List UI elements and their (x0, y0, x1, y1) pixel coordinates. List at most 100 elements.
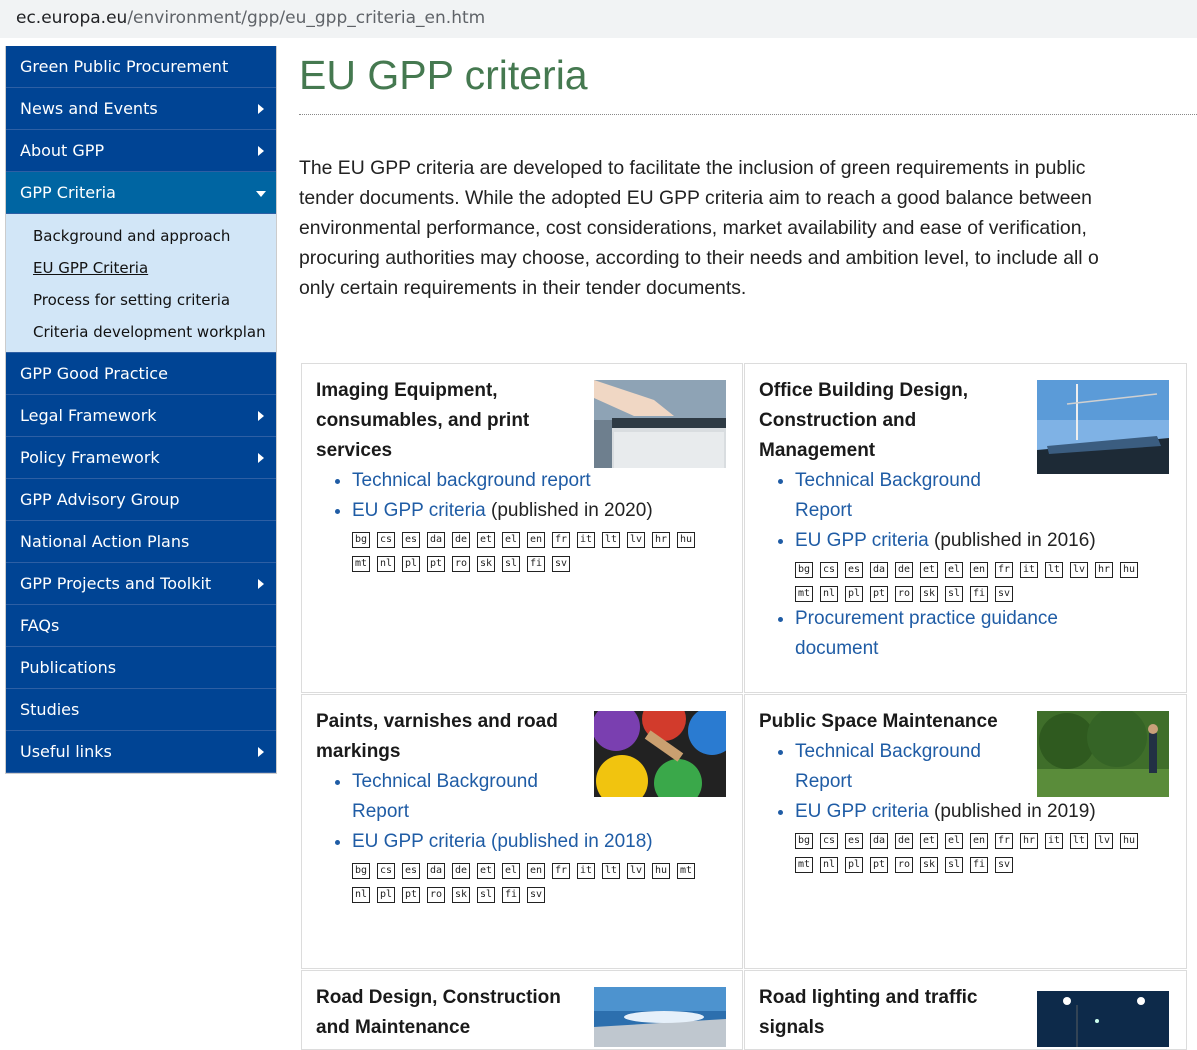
language-link-sk[interactable]: sk (920, 586, 938, 602)
subnav-background-and-approach[interactable]: Background and approach (6, 220, 276, 252)
language-link-hr[interactable]: hr (1095, 562, 1113, 578)
language-link-hu[interactable]: hu (652, 863, 670, 879)
language-link-el[interactable]: el (502, 532, 520, 548)
language-link-it[interactable]: it (1045, 833, 1063, 849)
language-link-et[interactable]: et (920, 562, 938, 578)
language-link-lv[interactable]: lv (627, 863, 645, 879)
language-link-sk[interactable]: sk (452, 887, 470, 903)
eu-gpp-criteria-link[interactable]: EU GPP criteria (795, 801, 929, 822)
language-link-fi[interactable]: fi (970, 586, 988, 602)
language-link-et[interactable]: et (477, 863, 495, 879)
nav-publications[interactable]: Publications (6, 647, 276, 689)
technical-background-report-link[interactable]: Technical background report (352, 470, 591, 491)
language-link-it[interactable]: it (1020, 562, 1038, 578)
language-link-mt[interactable]: mt (795, 857, 813, 873)
language-link-mt[interactable]: mt (795, 586, 813, 602)
language-link-sv[interactable]: sv (995, 586, 1013, 602)
language-link-nl[interactable]: nl (820, 586, 838, 602)
language-link-lt[interactable]: lt (602, 532, 620, 548)
language-link-el[interactable]: el (945, 833, 963, 849)
language-link-pl[interactable]: pl (845, 857, 863, 873)
eu-gpp-criteria-link[interactable]: EU GPP criteria (795, 530, 929, 551)
procurement-practice-guidance-link[interactable]: Procurement practice guidancedocument (795, 604, 1172, 664)
language-link-hr[interactable]: hr (652, 532, 670, 548)
language-link-pl[interactable]: pl (845, 586, 863, 602)
language-link-pt[interactable]: pt (402, 887, 420, 903)
language-link-sv[interactable]: sv (995, 857, 1013, 873)
nav-gpp-criteria[interactable]: GPP Criteria (6, 172, 276, 214)
language-link-sv[interactable]: sv (527, 887, 545, 903)
language-link-lt[interactable]: lt (602, 863, 620, 879)
nav-policy-framework[interactable]: Policy Framework (6, 437, 276, 479)
language-link-cs[interactable]: cs (820, 833, 838, 849)
language-link-lt[interactable]: lt (1045, 562, 1063, 578)
language-link-lv[interactable]: lv (627, 532, 645, 548)
language-link-sk[interactable]: sk (477, 556, 495, 572)
language-link-cs[interactable]: cs (820, 562, 838, 578)
language-link-it[interactable]: it (577, 532, 595, 548)
language-link-fr[interactable]: fr (995, 833, 1013, 849)
language-link-es[interactable]: es (402, 532, 420, 548)
address-bar[interactable]: ec.europa.eu/environment/gpp/eu_gpp_crit… (0, 0, 1197, 38)
language-link-sl[interactable]: sl (477, 887, 495, 903)
language-link-lt[interactable]: lt (1070, 833, 1088, 849)
language-link-ro[interactable]: ro (427, 887, 445, 903)
subnav-eu-gpp-criteria[interactable]: EU GPP Criteria (6, 252, 276, 284)
technical-background-report-link[interactable]: Technical BackgroundReport (795, 466, 1172, 526)
language-link-ro[interactable]: ro (895, 586, 913, 602)
subnav-process-for-setting-criteria[interactable]: Process for setting criteria (6, 284, 276, 316)
nav-faqs[interactable]: FAQs (6, 605, 276, 647)
language-link-pt[interactable]: pt (870, 857, 888, 873)
language-link-pl[interactable]: pl (402, 556, 420, 572)
language-link-hu[interactable]: hu (1120, 562, 1138, 578)
language-link-es[interactable]: es (845, 562, 863, 578)
language-link-lv[interactable]: lv (1095, 833, 1113, 849)
nav-news-and-events[interactable]: News and Events (6, 88, 276, 130)
language-link-de[interactable]: de (452, 532, 470, 548)
language-link-bg[interactable]: bg (795, 833, 813, 849)
nav-useful-links[interactable]: Useful links (6, 731, 276, 773)
nav-national-action-plans[interactable]: National Action Plans (6, 521, 276, 563)
language-link-es[interactable]: es (402, 863, 420, 879)
eu-gpp-criteria-link[interactable]: EU GPP criteria (352, 500, 486, 521)
language-link-hu[interactable]: hu (677, 532, 695, 548)
language-link-fi[interactable]: fi (970, 857, 988, 873)
language-link-de[interactable]: de (895, 833, 913, 849)
language-link-it[interactable]: it (577, 863, 595, 879)
language-link-bg[interactable]: bg (352, 532, 370, 548)
language-link-mt[interactable]: mt (352, 556, 370, 572)
language-link-fr[interactable]: fr (552, 863, 570, 879)
language-link-sl[interactable]: sl (945, 857, 963, 873)
nav-about-gpp[interactable]: About GPP (6, 130, 276, 172)
language-link-fi[interactable]: fi (527, 556, 545, 572)
language-link-da[interactable]: da (427, 863, 445, 879)
nav-green-public-procurement[interactable]: Green Public Procurement (6, 46, 276, 88)
language-link-en[interactable]: en (970, 562, 988, 578)
language-link-fr[interactable]: fr (552, 532, 570, 548)
language-link-el[interactable]: el (502, 863, 520, 879)
nav-gpp-advisory-group[interactable]: GPP Advisory Group (6, 479, 276, 521)
language-link-sk[interactable]: sk (920, 857, 938, 873)
language-link-en[interactable]: en (970, 833, 988, 849)
language-link-da[interactable]: da (870, 562, 888, 578)
language-link-ro[interactable]: ro (452, 556, 470, 572)
language-link-da[interactable]: da (427, 532, 445, 548)
language-link-de[interactable]: de (452, 863, 470, 879)
language-link-fi[interactable]: fi (502, 887, 520, 903)
language-link-hu[interactable]: hu (1120, 833, 1138, 849)
language-link-et[interactable]: et (477, 532, 495, 548)
language-link-sl[interactable]: sl (502, 556, 520, 572)
language-link-nl[interactable]: nl (352, 887, 370, 903)
language-link-sv[interactable]: sv (552, 556, 570, 572)
language-link-pt[interactable]: pt (870, 586, 888, 602)
language-link-bg[interactable]: bg (352, 863, 370, 879)
nav-gpp-good-practice[interactable]: GPP Good Practice (6, 353, 276, 395)
nav-legal-framework[interactable]: Legal Framework (6, 395, 276, 437)
nav-gpp-projects-and-toolkit[interactable]: GPP Projects and Toolkit (6, 563, 276, 605)
language-link-el[interactable]: el (945, 562, 963, 578)
language-link-en[interactable]: en (527, 863, 545, 879)
language-link-nl[interactable]: nl (377, 556, 395, 572)
language-link-hr[interactable]: hr (1020, 833, 1038, 849)
language-link-pt[interactable]: pt (427, 556, 445, 572)
language-link-cs[interactable]: cs (377, 863, 395, 879)
